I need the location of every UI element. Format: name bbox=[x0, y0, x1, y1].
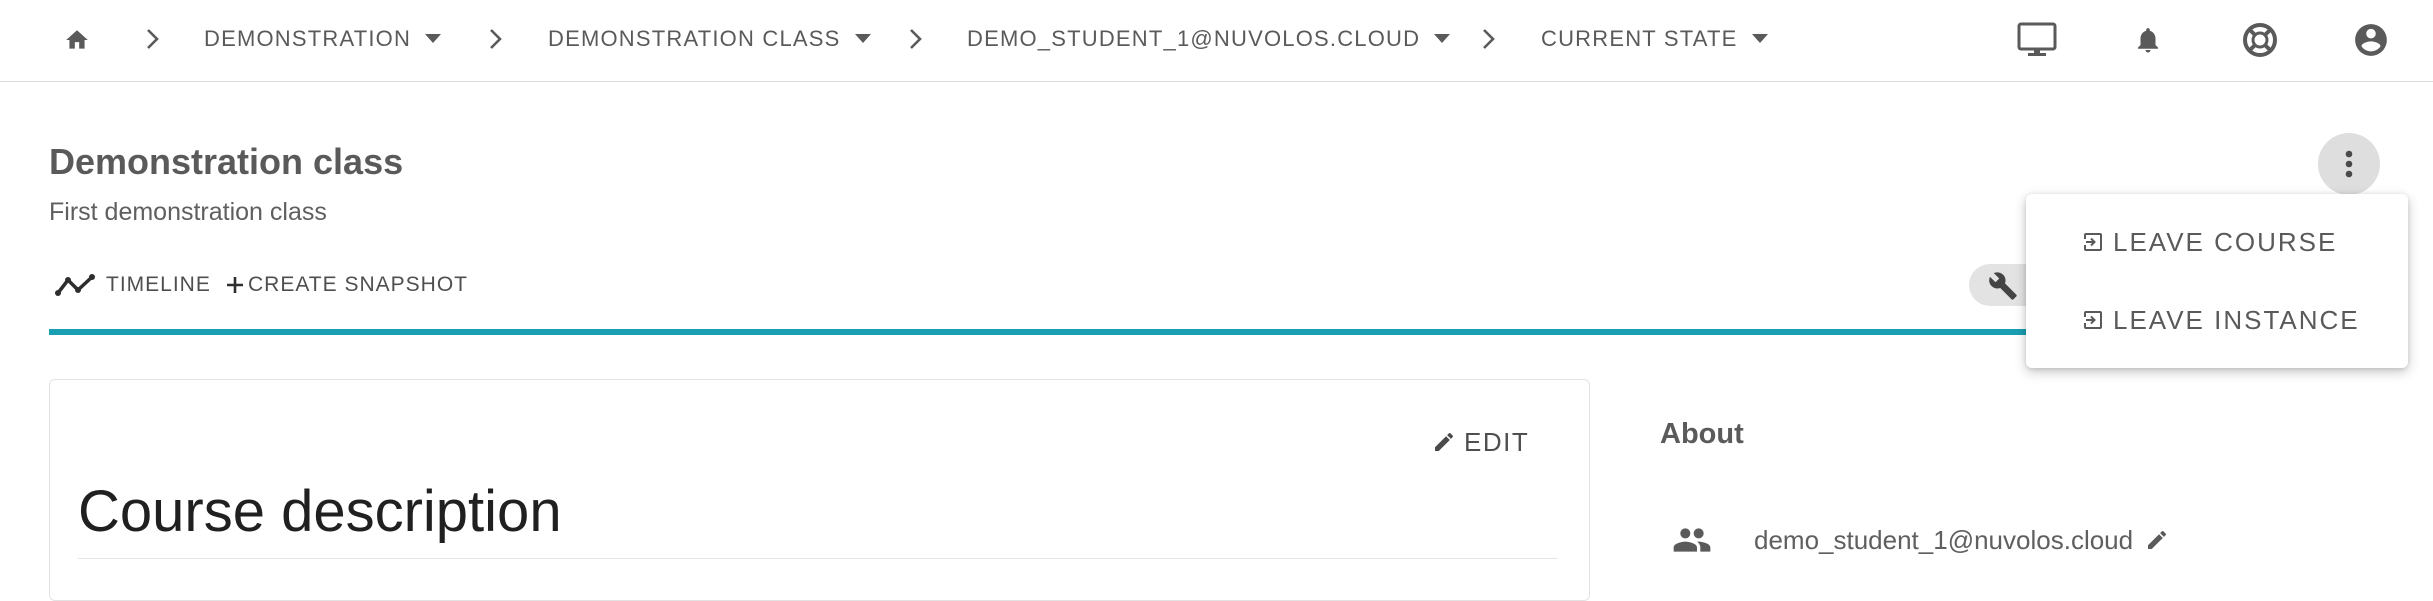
more-options-menu: LEAVE COURSE LEAVE INSTANCE bbox=[2026, 194, 2408, 368]
exit-icon bbox=[2083, 233, 2102, 251]
divider bbox=[78, 558, 1558, 559]
course-description-heading: Course description bbox=[78, 479, 562, 544]
chevron-right-icon bbox=[147, 29, 159, 49]
account-icon bbox=[2355, 24, 2387, 56]
timeline-label: TIMELINE bbox=[106, 273, 211, 296]
people-icon bbox=[1673, 528, 1711, 552]
wrench-icon bbox=[1989, 272, 2017, 300]
monitor-icon bbox=[2017, 22, 2057, 56]
top-bar: DEMONSTRATION DEMONSTRATION CLASS DEMO_S… bbox=[0, 0, 2433, 82]
owner-email: demo_student_1@nuvolos.cloud bbox=[1754, 524, 2134, 555]
about-heading: About bbox=[1660, 418, 1744, 450]
breadcrumb-item-space[interactable]: DEMONSTRATION bbox=[204, 24, 442, 54]
edit-label: EDIT bbox=[1464, 426, 1530, 457]
breadcrumb-item-state[interactable]: CURRENT STATE bbox=[1541, 24, 1768, 54]
menu-item-leave-instance[interactable]: LEAVE INSTANCE bbox=[2081, 300, 2360, 340]
menu-item-label: LEAVE COURSE bbox=[2113, 226, 2338, 257]
lifebuoy-icon bbox=[2243, 23, 2277, 57]
chevron-right-icon bbox=[1483, 29, 1495, 49]
plus-icon bbox=[227, 277, 243, 293]
caret-down-icon bbox=[1751, 34, 1768, 43]
edit-button[interactable]: EDIT bbox=[1432, 424, 1529, 460]
pencil-icon bbox=[1435, 432, 1454, 451]
breadcrumb-label: DEMONSTRATION bbox=[204, 26, 412, 51]
chevron-right-icon bbox=[910, 29, 922, 49]
pencil-icon[interactable] bbox=[2145, 528, 2169, 552]
breadcrumb-label: DEMO_STUDENT_1@NUVOLOS.CLOUD bbox=[967, 26, 1421, 51]
tab-indicator-bar bbox=[49, 329, 2084, 335]
home-button[interactable] bbox=[55, 18, 99, 62]
caret-down-icon bbox=[425, 34, 442, 43]
create-snapshot-button[interactable]: CREATE SNAPSHOT bbox=[226, 269, 468, 301]
help-button[interactable] bbox=[2238, 18, 2282, 62]
page-subtitle: First demonstration class bbox=[49, 198, 327, 226]
timeline-button[interactable]: TIMELINE bbox=[55, 269, 211, 301]
breadcrumb-label: DEMONSTRATION CLASS bbox=[548, 26, 841, 51]
caret-down-icon bbox=[854, 34, 871, 43]
timeline-icon bbox=[55, 274, 95, 296]
owner-row: demo_student_1@nuvolos.cloud bbox=[1672, 520, 2169, 560]
dots-vertical-icon bbox=[2345, 150, 2353, 178]
account-button[interactable] bbox=[2349, 18, 2393, 62]
menu-item-label: LEAVE INSTANCE bbox=[2113, 304, 2360, 335]
breadcrumb-item-user[interactable]: DEMO_STUDENT_1@NUVOLOS.CLOUD bbox=[967, 24, 1451, 54]
breadcrumb-item-instance[interactable]: DEMONSTRATION CLASS bbox=[548, 24, 871, 54]
create-snapshot-label: CREATE SNAPSHOT bbox=[248, 273, 468, 296]
caret-down-icon bbox=[1434, 34, 1451, 43]
bell-icon bbox=[2138, 28, 2158, 53]
applications-button[interactable] bbox=[2015, 18, 2059, 62]
page-title: Demonstration class bbox=[49, 141, 404, 182]
menu-item-leave-course[interactable]: LEAVE COURSE bbox=[2081, 222, 2337, 262]
exit-icon bbox=[2083, 311, 2102, 329]
chevron-right-icon bbox=[490, 29, 502, 49]
more-options-button[interactable] bbox=[2318, 133, 2380, 195]
home-icon bbox=[66, 30, 88, 49]
breadcrumb-label: CURRENT STATE bbox=[1541, 26, 1738, 51]
notifications-button[interactable] bbox=[2126, 18, 2170, 62]
